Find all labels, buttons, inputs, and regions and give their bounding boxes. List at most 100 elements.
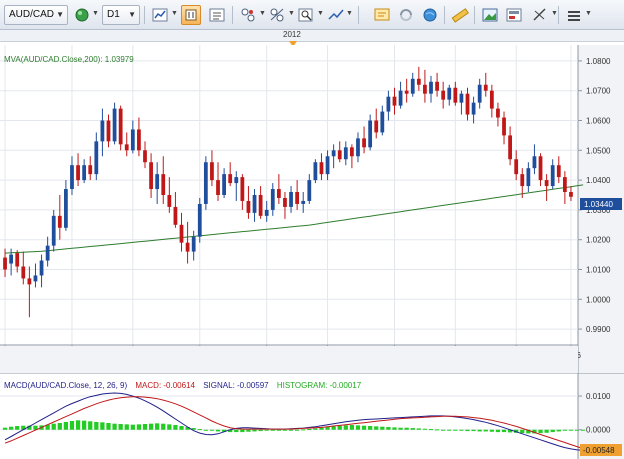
chevron-down-icon: ▼: [128, 10, 136, 19]
globe-icon[interactable]: [72, 5, 92, 25]
histogram-bar: [544, 429, 549, 433]
histogram-bar: [459, 429, 464, 431]
candle-body: [94, 141, 99, 175]
candle-body: [307, 180, 312, 201]
chevron-down-icon[interactable]: ▼: [288, 10, 295, 17]
histogram-bar: [434, 429, 440, 431]
candle-body: [82, 165, 87, 181]
candle-body: [562, 177, 567, 193]
y-tick-label: 1.0000: [586, 295, 611, 304]
chevron-down-icon[interactable]: ▼: [346, 10, 353, 17]
candle-body: [197, 203, 202, 237]
candle-body: [356, 138, 360, 157]
candle-body: [283, 197, 287, 207]
candle-body: [173, 206, 178, 225]
histogram-bar: [136, 424, 142, 430]
histogram-bar: [465, 429, 470, 432]
add-object-icon[interactable]: [326, 5, 346, 25]
candle-body: [149, 162, 153, 190]
histogram-bar: [495, 429, 501, 433]
chevron-down-icon[interactable]: ▼: [551, 10, 558, 17]
histogram-bar: [100, 422, 105, 430]
histogram-bar: [173, 425, 178, 430]
drawing-tools-icon[interactable]: [530, 5, 550, 25]
histogram-value-label: HISTOGRAM: -0.00017: [277, 381, 362, 390]
y-tick-label: 1.0500: [586, 146, 611, 155]
histogram-bar: [404, 427, 409, 430]
histogram-bar: [374, 426, 379, 430]
sync-icon[interactable]: [396, 5, 416, 25]
candle-body: [447, 87, 452, 100]
histogram-bar: [8, 426, 14, 430]
chevron-down-icon: ▼: [56, 10, 64, 19]
candle-body: [234, 177, 239, 184]
zoom-icon[interactable]: [296, 5, 316, 25]
candle-body: [404, 90, 409, 94]
indicators-icon[interactable]: [267, 5, 287, 25]
web-icon[interactable]: [420, 5, 440, 25]
candle-body: [550, 165, 555, 187]
y-tick-label: 1.0700: [586, 87, 611, 96]
candle-body: [483, 84, 488, 91]
histogram-bar: [313, 428, 318, 430]
candle-body: [502, 117, 506, 136]
chevron-down-icon[interactable]: ▼: [92, 10, 99, 17]
histogram-bar: [88, 421, 93, 430]
histogram-bar: [447, 429, 452, 431]
histogram-bar: [240, 429, 245, 433]
y-tick-label: 1.0100: [586, 265, 611, 274]
comment-icon[interactable]: [372, 5, 392, 25]
chevron-down-icon[interactable]: ▼: [585, 10, 592, 17]
candle-body: [216, 180, 220, 195]
symbol-select[interactable]: AUD/CAD ▼: [4, 5, 68, 25]
histogram-bar: [69, 420, 75, 430]
candle-body: [143, 150, 147, 163]
candle-body: [179, 224, 184, 243]
candle-body: [532, 156, 537, 169]
histogram-bar: [386, 427, 391, 430]
candlestick-icon[interactable]: [181, 5, 201, 25]
image-icon[interactable]: [480, 5, 500, 25]
candle-body: [161, 174, 166, 195]
histogram-bar: [148, 423, 154, 430]
template-icon[interactable]: [504, 5, 524, 25]
menu-icon[interactable]: [564, 5, 584, 25]
timeframe-label: D1: [107, 9, 120, 20]
toolbar-divider: [444, 6, 445, 24]
timeframe-select[interactable]: D1 ▼: [102, 5, 140, 25]
crosshair-icon[interactable]: [238, 5, 258, 25]
candle-body: [45, 245, 50, 261]
candle-body: [489, 90, 494, 109]
candle-body: [331, 150, 336, 157]
histogram-bar: [270, 429, 275, 431]
ruler-icon[interactable]: [450, 5, 470, 25]
histogram-bar: [343, 425, 348, 430]
candle-body: [429, 81, 433, 94]
bar-chart-icon[interactable]: [150, 5, 170, 25]
chevron-down-icon[interactable]: ▼: [317, 10, 324, 17]
line-chart-icon[interactable]: [207, 5, 227, 25]
histogram-bar: [483, 429, 488, 432]
histogram-bar: [361, 425, 367, 430]
candle-body: [508, 135, 512, 160]
candle-body: [398, 90, 403, 106]
price-chart[interactable]: 0.99001.00001.01001.02001.03001.04001.05…: [0, 45, 624, 373]
histogram-bar: [234, 429, 239, 433]
candle-body: [100, 120, 105, 142]
candle-body: [124, 144, 129, 151]
candle-body: [350, 147, 354, 157]
y-tick-label: 1.0200: [586, 236, 611, 245]
chevron-down-icon[interactable]: ▼: [171, 10, 178, 17]
candle-body: [423, 84, 427, 94]
candle-body: [319, 162, 324, 175]
chevron-down-icon[interactable]: ▼: [259, 10, 266, 17]
candle-body: [301, 200, 306, 204]
histogram-bar: [130, 424, 135, 430]
candle-body: [258, 195, 263, 216]
candle-body: [289, 192, 293, 207]
candle-body: [76, 165, 80, 181]
candle-body: [544, 180, 549, 187]
histogram-bar: [124, 424, 129, 430]
candle-body: [112, 108, 117, 142]
macd-chart[interactable]: 0.0100 0.0000 MACD(AUD/CAD.Close, 12, 26,…: [0, 373, 624, 459]
